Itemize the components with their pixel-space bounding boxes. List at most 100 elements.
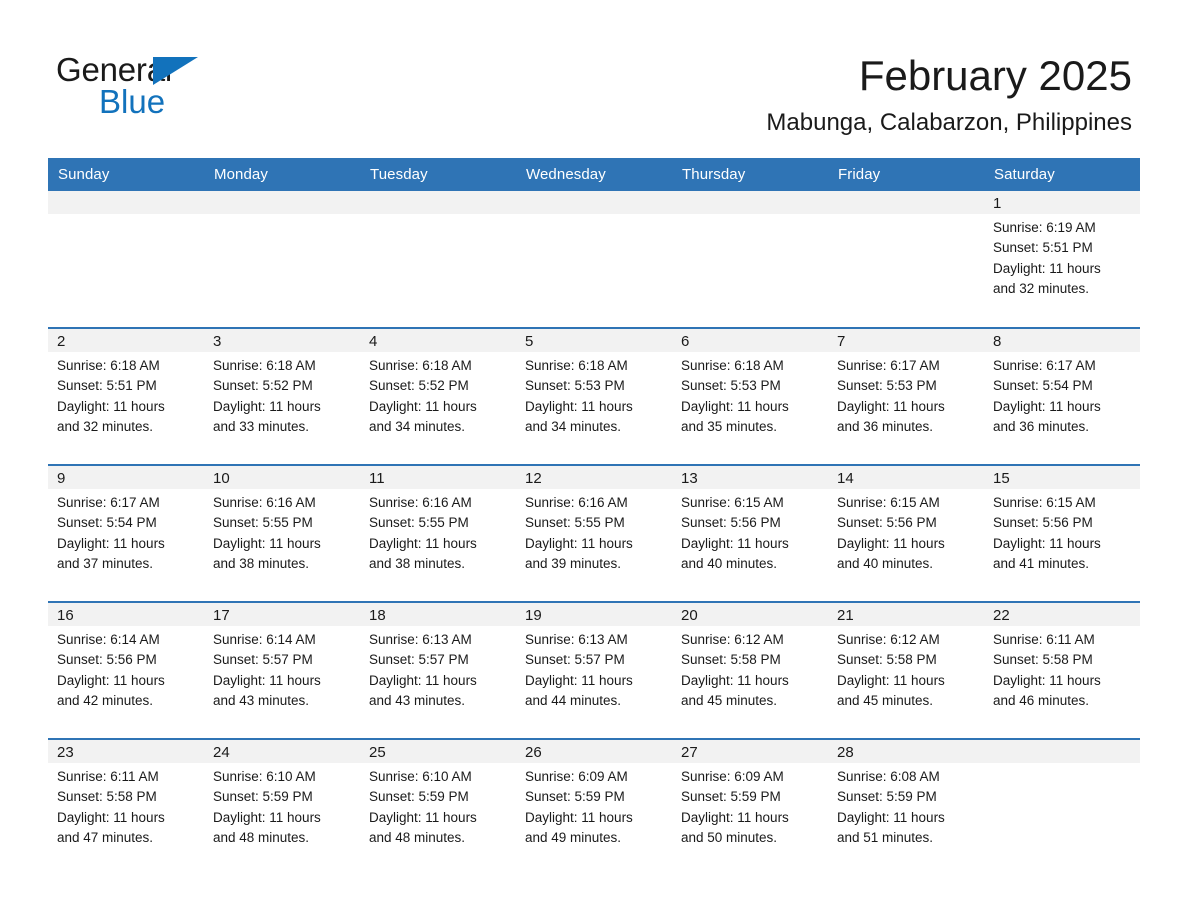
calendar-day-cell[interactable]: 11 Sunrise: 6:16 AM Sunset: 5:55 PM Dayligh… xyxy=(360,464,516,602)
sunrise-text: Sunrise: 6:18 AM xyxy=(213,358,316,373)
calendar-table: Sunday Monday Tuesday Wednesday Thursday… xyxy=(48,158,1140,860)
sunrise-text: Sunrise: 6:17 AM xyxy=(837,358,940,373)
sunrise-text: Sunrise: 6:09 AM xyxy=(681,769,784,784)
calendar-cell-inner: 5 Sunrise: 6:18 AM Sunset: 5:53 PM Daylight… xyxy=(516,329,672,464)
sunset-text: Sunset: 5:53 PM xyxy=(837,378,937,394)
calendar-day-cell[interactable]: 8 Sunrise: 6:17 AM Sunset: 5:54 PM Daylight… xyxy=(984,327,1140,465)
calendar-day-cell[interactable]: 7 Sunrise: 6:17 AM Sunset: 5:53 PM Daylight… xyxy=(828,327,984,465)
calendar-day-cell[interactable]: 13 Sunrise: 6:15 AM Sunset: 5:56 PM Dayligh… xyxy=(672,464,828,602)
calendar-day-cell[interactable]: 17 Sunrise: 6:14 AM Sunset: 5:57 PM Dayligh… xyxy=(204,601,360,739)
calendar-cell-inner: 7 Sunrise: 6:17 AM Sunset: 5:53 PM Daylight… xyxy=(828,329,984,464)
day-details: Sunrise: 6:19 AM Sunset: 5:51 PM Daylight:… xyxy=(984,214,1140,299)
calendar-cell-inner: 3 Sunrise: 6:18 AM Sunset: 5:52 PM Daylight… xyxy=(204,329,360,464)
day-number: 5 xyxy=(516,329,672,352)
calendar-day-cell[interactable]: 26 Sunrise: 6:09 AM Sunset: 5:59 PM Dayligh… xyxy=(516,738,672,860)
daylight-text-line1: Daylight: 11 hours xyxy=(213,398,321,414)
calendar-day-cell[interactable]: 10 Sunrise: 6:16 AM Sunset: 5:55 PM Dayligh… xyxy=(204,464,360,602)
calendar-cell-empty xyxy=(672,191,828,328)
general-blue-logo[interactable]: General Blue xyxy=(56,50,356,130)
calendar-day-cell[interactable]: 16 Sunrise: 6:14 AM Sunset: 5:56 PM Dayligh… xyxy=(48,601,204,739)
calendar-week-row: 16 Sunrise: 6:14 AM Sunset: 5:56 PM Dayligh… xyxy=(48,601,1140,739)
calendar-day-cell[interactable]: 5 Sunrise: 6:18 AM Sunset: 5:53 PM Daylight… xyxy=(516,327,672,465)
sunset-text: Sunset: 5:59 PM xyxy=(369,789,469,805)
calendar-day-cell[interactable]: 22 Sunrise: 6:11 AM Sunset: 5:58 PM Dayligh… xyxy=(984,601,1140,739)
day-number: 28 xyxy=(828,740,984,763)
calendar-cell-inner: 20 Sunrise: 6:12 AM Sunset: 5:58 PM Dayligh… xyxy=(672,603,828,738)
calendar-day-cell[interactable]: 23 Sunrise: 6:11 AM Sunset: 5:58 PM Dayligh… xyxy=(48,738,204,860)
day-number xyxy=(984,740,1140,763)
daylight-text-line1: Daylight: 11 hours xyxy=(993,535,1101,551)
day-number: 7 xyxy=(828,329,984,352)
calendar-day-cell[interactable]: 25 Sunrise: 6:10 AM Sunset: 5:59 PM Dayligh… xyxy=(360,738,516,860)
daylight-text-line2: and 47 minutes. xyxy=(57,829,154,845)
calendar-day-cell[interactable]: 1 Sunrise: 6:19 AM Sunset: 5:51 PM Daylight… xyxy=(984,191,1140,328)
day-details: Sunrise: 6:18 AM Sunset: 5:51 PM Daylight:… xyxy=(48,352,204,437)
calendar-day-cell[interactable]: 3 Sunrise: 6:18 AM Sunset: 5:52 PM Daylight… xyxy=(204,327,360,465)
day-details: Sunrise: 6:09 AM Sunset: 5:59 PM Daylight:… xyxy=(516,763,672,848)
calendar-cell-empty xyxy=(48,191,204,328)
calendar-cell-inner: 10 Sunrise: 6:16 AM Sunset: 5:55 PM Dayligh… xyxy=(204,466,360,601)
sunrise-text: Sunrise: 6:11 AM xyxy=(993,632,1095,647)
sunrise-text: Sunrise: 6:12 AM xyxy=(681,632,784,647)
calendar-cell-empty xyxy=(984,738,1140,860)
day-details: Sunrise: 6:17 AM Sunset: 5:54 PM Daylight:… xyxy=(984,352,1140,437)
sunrise-text: Sunrise: 6:15 AM xyxy=(837,495,940,510)
page-title: February 2025 xyxy=(858,52,1132,99)
calendar-day-cell[interactable]: 15 Sunrise: 6:15 AM Sunset: 5:56 PM Dayligh… xyxy=(984,464,1140,602)
day-details: Sunrise: 6:18 AM Sunset: 5:53 PM Daylight:… xyxy=(672,352,828,437)
calendar-cell-inner: 13 Sunrise: 6:15 AM Sunset: 5:56 PM Dayligh… xyxy=(672,466,828,601)
calendar-cell-inner xyxy=(360,191,516,327)
calendar-day-cell[interactable]: 2 Sunrise: 6:18 AM Sunset: 5:51 PM Daylight… xyxy=(48,327,204,465)
daylight-text-line1: Daylight: 11 hours xyxy=(993,672,1101,688)
calendar-day-cell[interactable]: 21 Sunrise: 6:12 AM Sunset: 5:58 PM Dayligh… xyxy=(828,601,984,739)
calendar-day-cell[interactable]: 6 Sunrise: 6:18 AM Sunset: 5:53 PM Daylight… xyxy=(672,327,828,465)
calendar-day-cell[interactable]: 14 Sunrise: 6:15 AM Sunset: 5:56 PM Dayligh… xyxy=(828,464,984,602)
calendar-day-cell[interactable]: 12 Sunrise: 6:16 AM Sunset: 5:55 PM Dayligh… xyxy=(516,464,672,602)
sunset-text: Sunset: 5:53 PM xyxy=(525,378,625,394)
day-details: Sunrise: 6:13 AM Sunset: 5:57 PM Daylight:… xyxy=(516,626,672,711)
sunrise-text: Sunrise: 6:08 AM xyxy=(837,769,940,784)
calendar-cell-inner: 19 Sunrise: 6:13 AM Sunset: 5:57 PM Dayligh… xyxy=(516,603,672,738)
calendar-day-cell[interactable]: 19 Sunrise: 6:13 AM Sunset: 5:57 PM Dayligh… xyxy=(516,601,672,739)
sunrise-text: Sunrise: 6:18 AM xyxy=(681,358,784,373)
daylight-text-line1: Daylight: 11 hours xyxy=(525,672,633,688)
daylight-text-line2: and 45 minutes. xyxy=(681,692,778,708)
daylight-text-line2: and 50 minutes. xyxy=(681,829,778,845)
day-details: Sunrise: 6:15 AM Sunset: 5:56 PM Daylight:… xyxy=(672,489,828,574)
calendar-cell-inner xyxy=(48,191,204,327)
daylight-text-line2: and 41 minutes. xyxy=(993,555,1090,571)
calendar-cell-inner: 24 Sunrise: 6:10 AM Sunset: 5:59 PM Dayligh… xyxy=(204,740,360,860)
daylight-text-line1: Daylight: 11 hours xyxy=(57,672,165,688)
day-details: Sunrise: 6:11 AM Sunset: 5:58 PM Daylight:… xyxy=(48,763,204,848)
calendar-cell-inner xyxy=(204,191,360,327)
day-number xyxy=(204,191,360,214)
calendar-day-cell[interactable]: 28 Sunrise: 6:08 AM Sunset: 5:59 PM Dayligh… xyxy=(828,738,984,860)
sunset-text: Sunset: 5:56 PM xyxy=(837,515,937,531)
day-details: Sunrise: 6:13 AM Sunset: 5:57 PM Daylight:… xyxy=(360,626,516,711)
day-details: Sunrise: 6:09 AM Sunset: 5:59 PM Daylight:… xyxy=(672,763,828,848)
calendar-page: General Blue February 2025 Mabunga, Cala… xyxy=(0,0,1188,918)
weekday-header-friday: Friday xyxy=(828,158,984,191)
calendar-day-cell[interactable]: 20 Sunrise: 6:12 AM Sunset: 5:58 PM Dayligh… xyxy=(672,601,828,739)
calendar-day-cell[interactable]: 9 Sunrise: 6:17 AM Sunset: 5:54 PM Daylight… xyxy=(48,464,204,602)
day-number xyxy=(828,191,984,214)
day-number xyxy=(672,191,828,214)
calendar-week-row: 1 Sunrise: 6:19 AM Sunset: 5:51 PM Daylight… xyxy=(48,191,1140,328)
day-number: 20 xyxy=(672,603,828,626)
daylight-text-line1: Daylight: 11 hours xyxy=(837,672,945,688)
sunrise-text: Sunrise: 6:18 AM xyxy=(525,358,628,373)
day-number: 18 xyxy=(360,603,516,626)
day-details: Sunrise: 6:10 AM Sunset: 5:59 PM Daylight:… xyxy=(360,763,516,848)
daylight-text-line2: and 40 minutes. xyxy=(681,555,778,571)
calendar-day-cell[interactable]: 18 Sunrise: 6:13 AM Sunset: 5:57 PM Dayligh… xyxy=(360,601,516,739)
calendar-day-cell[interactable]: 27 Sunrise: 6:09 AM Sunset: 5:59 PM Dayligh… xyxy=(672,738,828,860)
day-details: Sunrise: 6:16 AM Sunset: 5:55 PM Daylight:… xyxy=(516,489,672,574)
daylight-text-line2: and 36 minutes. xyxy=(837,418,934,434)
calendar-day-cell[interactable]: 4 Sunrise: 6:18 AM Sunset: 5:52 PM Daylight… xyxy=(360,327,516,465)
day-details: Sunrise: 6:15 AM Sunset: 5:56 PM Daylight:… xyxy=(828,489,984,574)
day-number: 21 xyxy=(828,603,984,626)
page-header: General Blue February 2025 Mabunga, Cala… xyxy=(0,0,1188,158)
daylight-text-line2: and 32 minutes. xyxy=(993,280,1090,296)
weekday-header-row: Sunday Monday Tuesday Wednesday Thursday… xyxy=(48,158,1140,191)
calendar-day-cell[interactable]: 24 Sunrise: 6:10 AM Sunset: 5:59 PM Dayligh… xyxy=(204,738,360,860)
